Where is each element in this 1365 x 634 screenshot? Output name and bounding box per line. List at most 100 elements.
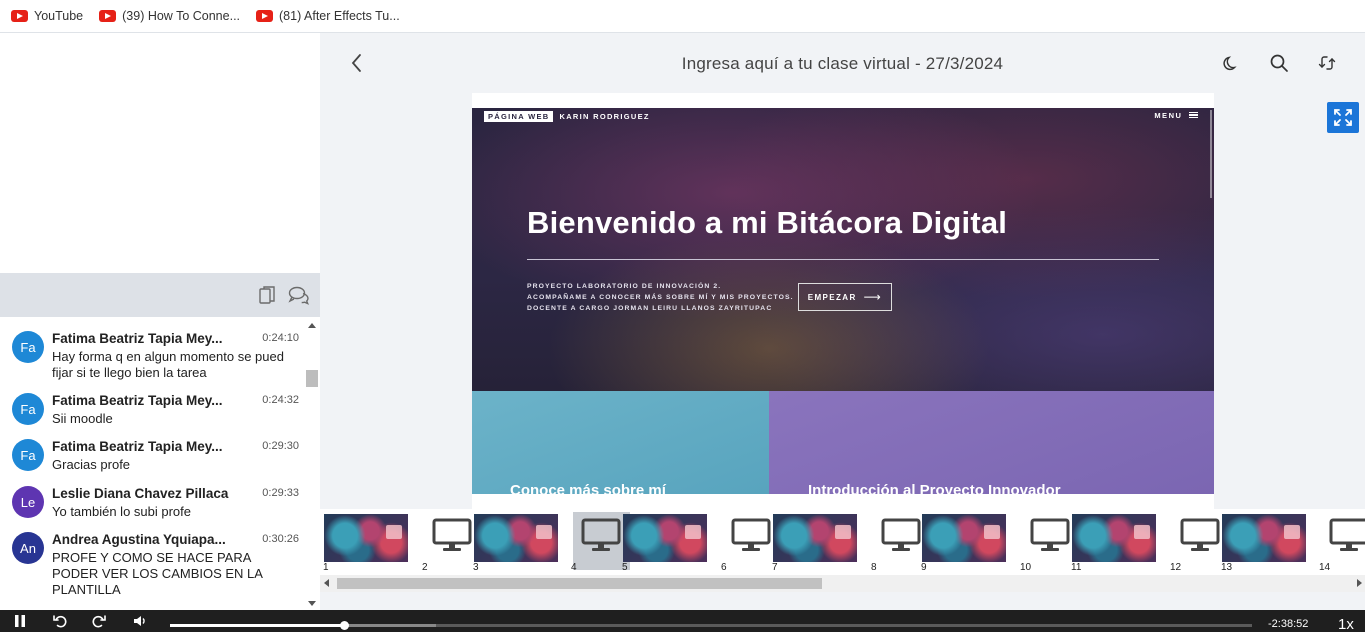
chat-message: Fa Fatima Beatriz Tapia Mey... 0:24:32 S… <box>0 393 305 433</box>
moon-icon <box>1223 56 1237 71</box>
volume-button[interactable] <box>132 613 148 629</box>
slide-thumbnail[interactable]: 7 <box>769 512 857 573</box>
toggle-chat-button[interactable] <box>288 284 310 306</box>
youtube-icon <box>11 10 28 22</box>
thumbnail-number: 12 <box>1170 562 1182 573</box>
swap-layout-button[interactable] <box>1316 52 1338 74</box>
search-icon <box>1270 54 1288 72</box>
youtube-icon <box>256 10 274 22</box>
time-remaining: -2:38:52 <box>1268 618 1309 630</box>
thumbnail-number: 6 <box>721 562 727 573</box>
session-title: Ingresa aquí a tu clase virtual - 27/3/2… <box>681 54 1004 73</box>
hero-subtitle-line: ACOMPAÑAME A CONOCER MÁS SOBRE MÍ Y MIS … <box>527 294 794 301</box>
monitor-icon <box>1329 518 1365 551</box>
forward-button[interactable] <box>91 613 107 629</box>
hero-title: Bienvenido a mi Bitácora Digital <box>527 205 1008 240</box>
search-button[interactable] <box>1268 52 1290 74</box>
scrollbar-thumb[interactable] <box>306 370 318 387</box>
avatar: An <box>12 532 44 564</box>
bookmarks-bar: YouTube (39) How To Conne... (81) After … <box>0 0 1365 33</box>
hero-subtitle-line: DOCENTE A CARGO JORMAN LEIRU LLANOS ZAYR… <box>527 305 773 312</box>
bookmark-label: YouTube <box>34 9 84 23</box>
thumbnail-number: 13 <box>1221 562 1233 573</box>
hero-subtitle: PROYECTO LABORATORIO DE INNOVACIÓN 2. AC… <box>527 281 794 314</box>
playback-speed-button[interactable]: 1x <box>1338 616 1354 633</box>
arrow-right-icon: ⟶ <box>863 290 883 304</box>
rewind-icon <box>53 615 67 628</box>
bookmark-youtube[interactable]: YouTube <box>11 9 83 23</box>
chat-scrollbar[interactable] <box>305 317 320 610</box>
thumbnail-image <box>922 514 1006 562</box>
slide-thumbnail[interactable]: 5 <box>619 512 707 573</box>
bookmark-label: (81) After Effects Tu... <box>279 9 400 23</box>
avatar: Le <box>12 486 44 518</box>
avatar: Fa <box>12 439 44 471</box>
thumbnail-image <box>623 514 707 562</box>
slide-thumbnail[interactable]: 3 <box>470 512 558 573</box>
site-tag: PÁGINA WEB KARIN RODRIGUEZ <box>484 111 650 122</box>
seek-bar[interactable] <box>170 621 1252 630</box>
swap-icon <box>1318 56 1336 70</box>
slide-thumbnail[interactable]: 13 <box>1218 512 1306 573</box>
bookmark-how-to-connect[interactable]: (39) How To Conne... <box>99 9 240 23</box>
about-panel-title: Conoce más sobre mí <box>510 482 666 494</box>
scroll-down-icon[interactable] <box>308 601 316 606</box>
copy-chat-button[interactable] <box>256 284 278 306</box>
chat-message: An Andrea Agustina Yquiapa... 0:30:26 PR… <box>0 532 305 602</box>
chat-toolbar <box>0 273 320 317</box>
site-owner: KARIN RODRIGUEZ <box>559 112 650 121</box>
session-header: Ingresa aquí a tu clase virtual - 27/3/2… <box>320 33 1365 93</box>
rewind-button[interactable] <box>52 613 68 629</box>
scroll-left-icon[interactable] <box>324 579 329 587</box>
shared-screen: PÁGINA WEB KARIN RODRIGUEZ MENU Bienveni… <box>472 93 1214 509</box>
project-panel-title: Introducción al Proyecto Innovador <box>808 482 1061 494</box>
monitor-icon <box>1030 518 1070 551</box>
message-author: Fatima Beatriz Tapia Mey... <box>52 393 223 408</box>
scroll-up-icon[interactable] <box>308 323 316 328</box>
site-menu: MENU <box>1154 111 1198 120</box>
message-time: 0:24:32 <box>262 394 299 406</box>
youtube-icon <box>99 10 117 22</box>
about-panel: Conoce más sobre mí <box>472 391 769 494</box>
seek-handle[interactable] <box>340 621 350 630</box>
thumbnail-number: 10 <box>1020 562 1032 573</box>
playback-bar: -2:38:52 1x <box>0 610 1365 633</box>
fullscreen-button[interactable] <box>1327 102 1359 133</box>
avatar: Fa <box>12 331 44 363</box>
message-text: PROFE Y COMO SE HACE PARA PODER VER LOS … <box>52 550 263 597</box>
thumbnail-image <box>474 514 558 562</box>
message-time: 0:29:33 <box>262 487 299 499</box>
monitor-icon <box>432 518 472 551</box>
slide-thumbnail[interactable]: 9 <box>918 512 1006 573</box>
left-panel: Fa Fatima Beatriz Tapia Mey... 0:24:10 H… <box>0 33 320 610</box>
chat-message: Fa Fatima Beatriz Tapia Mey... 0:24:10 H… <box>0 331 305 391</box>
dark-mode-button[interactable] <box>1220 52 1242 74</box>
thumbnail-number: 7 <box>772 562 778 573</box>
message-time: 0:29:30 <box>262 440 299 452</box>
pause-button[interactable] <box>12 613 28 629</box>
scroll-right-icon[interactable] <box>1357 579 1362 587</box>
monitor-icon <box>1180 518 1220 551</box>
thumbnail-number: 9 <box>921 562 927 573</box>
forward-icon <box>92 615 106 628</box>
main-presentation-area: Ingresa aquí a tu clase virtual - 27/3/2… <box>320 33 1365 610</box>
bookmark-after-effects[interactable]: (81) After Effects Tu... <box>256 9 400 23</box>
start-link: EMPEZAR ⟶ <box>798 283 892 311</box>
expand-icon <box>1334 109 1352 126</box>
message-time: 0:30:26 <box>262 533 299 545</box>
slide-thumbnail[interactable]: 1 <box>320 512 408 573</box>
message-text: Gracias profe <box>52 457 131 472</box>
hamburger-icon <box>1189 112 1198 118</box>
volume-icon <box>134 616 145 626</box>
slide-thumbnail[interactable]: 14 <box>1319 512 1365 573</box>
slide-thumbnail[interactable]: 11 <box>1068 512 1156 573</box>
message-author: Leslie Diana Chavez Pillaca <box>52 486 229 501</box>
message-author: Fatima Beatriz Tapia Mey... <box>52 331 223 346</box>
hero-subtitle-line: PROYECTO LABORATORIO DE INNOVACIÓN 2. <box>527 283 722 290</box>
thumbnail-scrollbar[interactable] <box>320 575 1365 592</box>
chat-message-list: Fa Fatima Beatriz Tapia Mey... 0:24:10 H… <box>0 317 305 610</box>
scrollbar-thumb[interactable] <box>337 578 822 589</box>
start-label: EMPEZAR <box>807 292 857 302</box>
thumbnail-number: 1 <box>323 562 329 573</box>
site-tag-box: PÁGINA WEB <box>484 111 554 122</box>
